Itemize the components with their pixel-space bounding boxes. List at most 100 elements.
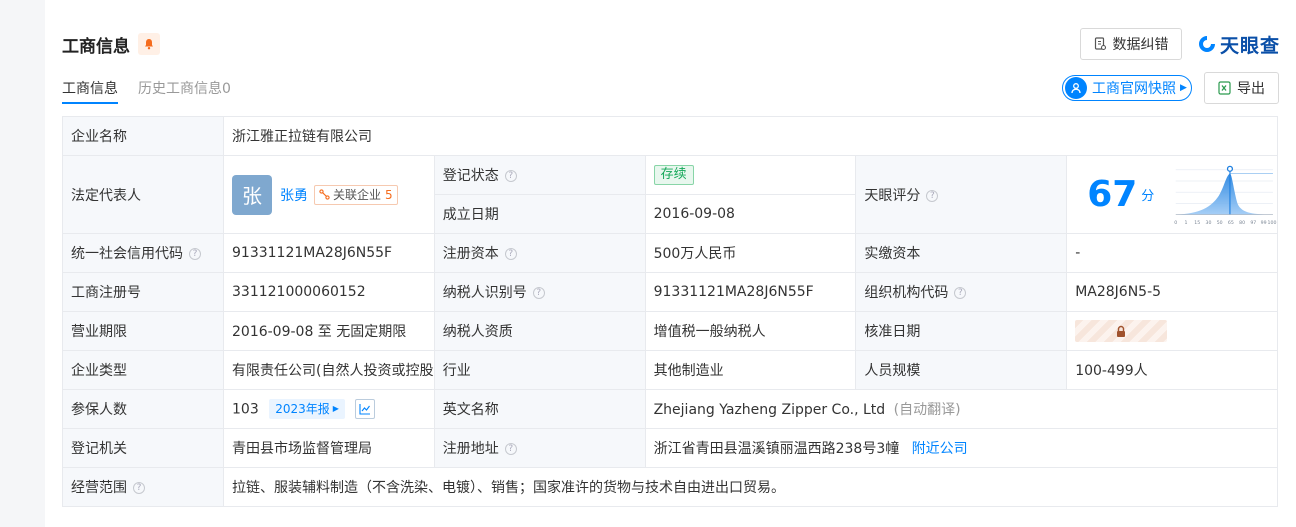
lock-icon	[1115, 325, 1127, 338]
status-cell: 存续	[644, 155, 857, 195]
caret-right-icon: ▶	[332, 404, 339, 414]
section-header: 工商信息	[62, 32, 160, 57]
document-icon	[1094, 37, 1107, 51]
avatar[interactable]: 张	[232, 174, 272, 215]
credit-code-value: 91331121MA28J6N55F	[223, 233, 435, 273]
tab-bar: 工商信息 历史工商信息0	[62, 78, 251, 104]
address-value: 浙江省青田县温溪镇丽温西路238号3幢	[653, 441, 900, 457]
founded-value: 2016-09-08	[644, 194, 857, 234]
axis-tick: 15	[1195, 219, 1201, 225]
scope-value: 拉链、服装辅料制造（不含洗染、电镀）、销售；国家准许的货物与技术自由进出口贸易。	[223, 467, 1278, 507]
business-info-card: 工商信息 数据纠错 天眼查 工商信息 历史工商信息0 工商官网快照 ▶ 导出 企…	[45, 0, 1296, 527]
en-name-value: Zhejiang Yazheng Zipper Co., Ltd	[653, 402, 886, 418]
trend-chart-icon[interactable]	[355, 399, 376, 420]
help-icon[interactable]: ?	[926, 189, 939, 202]
legal-rep-link[interactable]: 张勇	[280, 185, 308, 205]
staff-label: 人员规模	[855, 350, 1068, 390]
help-icon[interactable]: ?	[954, 287, 967, 299]
paid-capital-label: 实缴资本	[855, 233, 1068, 273]
official-snapshot-button[interactable]: 工商官网快照 ▶	[1062, 75, 1192, 101]
related-companies-badge[interactable]: 关联企业 5	[314, 184, 398, 205]
business-info-table: 企业名称 浙江雅正拉链有限公司 法定代表人 张 张勇 关联企业5 登记状态?	[62, 116, 1279, 507]
address-cell: 浙江省青田县温溪镇丽温西路238号3幢 附近公司	[644, 428, 1279, 468]
section-title: 工商信息	[62, 36, 130, 57]
approve-date-cell	[1066, 311, 1278, 351]
legal-rep-label: 法定代表人	[62, 155, 224, 234]
industry-value: 其他制造业	[644, 350, 857, 390]
relation-icon	[319, 189, 330, 200]
reg-no-value: 331121000060152	[223, 272, 435, 312]
export-button[interactable]: 导出	[1204, 72, 1279, 104]
axis-tick: 99	[1261, 219, 1267, 225]
status-badge: 存续	[653, 165, 694, 185]
table-row: 营业期限 2016-09-08 至 无固定期限 纳税人资质 增值税一般纳税人 核…	[62, 311, 1278, 351]
axis-tick: 97	[1251, 219, 1257, 225]
help-icon[interactable]: ?	[504, 248, 517, 260]
founded-label: 成立日期	[433, 194, 646, 234]
table-row: 参保人数 103 2023年报 ▶ 英文名称 Zhejiang Yazheng Z…	[62, 389, 1279, 429]
axis-tick: 0	[1175, 219, 1178, 225]
reg-no-label: 工商注册号	[62, 272, 224, 312]
table-row: 经营范围? 拉链、服装辅料制造（不含洗染、电镀）、销售；国家准许的货物与技术自由…	[62, 467, 1278, 507]
tab-business-info[interactable]: 工商信息	[62, 78, 118, 104]
help-icon[interactable]: ?	[532, 287, 545, 299]
excel-icon	[1218, 81, 1231, 95]
org-code-label: 组织机构代码?	[855, 272, 1068, 312]
paid-capital-value: -	[1066, 233, 1278, 273]
nearby-companies-link[interactable]: 附近公司	[912, 441, 968, 457]
bell-icon[interactable]	[138, 33, 160, 55]
credit-code-label: 统一社会信用代码?	[62, 233, 224, 273]
axis-tick: 30	[1206, 219, 1212, 225]
axis-tick: 1	[1185, 219, 1188, 225]
brand-icon	[1197, 34, 1217, 54]
user-badge-icon	[1065, 77, 1087, 99]
data-correction-button[interactable]: 数据纠错	[1080, 28, 1182, 60]
insured-value: 103	[232, 401, 259, 418]
table-row: 统一社会信用代码? 91331121MA28J6N55F 注册资本? 500万人…	[62, 233, 1278, 273]
score-cell: 67 分 0 1 15 30 50 65 80 97 99 100	[1066, 155, 1278, 234]
table-row: 企业类型 有限责任公司(自然人投资或控股) 行业 其他制造业 人员规模 100-…	[62, 350, 1278, 390]
axis-tick: 65	[1228, 219, 1234, 225]
tab-history-info[interactable]: 历史工商信息0	[138, 78, 231, 104]
help-icon[interactable]: ?	[189, 248, 201, 260]
taxpayer-type-label: 纳税人资质	[433, 311, 646, 351]
industry-label: 行业	[433, 350, 646, 390]
approve-date-label: 核准日期	[855, 311, 1068, 351]
locked-value[interactable]	[1075, 320, 1168, 342]
type-value: 有限责任公司(自然人投资或控股)	[223, 350, 435, 390]
score-label: 天眼评分?	[855, 155, 1068, 234]
authority-value: 青田县市场监督管理局	[223, 428, 435, 468]
auto-translate-note: (自动翻译)	[893, 402, 961, 418]
taxpayer-id-label: 纳税人识别号?	[433, 272, 646, 312]
org-code-value: MA28J6N5-5	[1066, 272, 1278, 312]
insured-cell: 103 2023年报 ▶	[223, 389, 435, 429]
taxpayer-type-value: 增值税一般纳税人	[644, 311, 857, 351]
reg-capital-value: 500万人民币	[644, 233, 857, 273]
status-label: 登记状态?	[433, 155, 646, 195]
en-name-cell: Zhejiang Yazheng Zipper Co., Ltd (自动翻译)	[644, 389, 1279, 429]
axis-tick: 80	[1239, 219, 1245, 225]
annual-report-badge[interactable]: 2023年报 ▶	[269, 398, 345, 419]
help-icon[interactable]: ?	[504, 443, 517, 455]
insured-label: 参保人数	[62, 389, 224, 429]
axis-tick: 100	[1268, 219, 1277, 225]
brand-logo: 天眼查	[1197, 32, 1280, 57]
legal-rep-cell: 张 张勇 关联企业 5	[223, 155, 435, 234]
table-row: 企业名称 浙江雅正拉链有限公司	[62, 116, 1278, 156]
score-distribution-chart: 0 1 15 30 50 65 80 97 99 100	[1175, 165, 1277, 225]
axis-tick: 50	[1217, 219, 1223, 225]
table-row: 工商注册号 331121000060152 纳税人识别号? 91331121MA…	[62, 272, 1278, 312]
help-icon[interactable]: ?	[504, 170, 517, 182]
type-label: 企业类型	[62, 350, 224, 390]
staff-value: 100-499人	[1066, 350, 1278, 390]
term-value: 2016-09-08 至 无固定期限	[223, 311, 435, 351]
reg-capital-label: 注册资本?	[433, 233, 646, 273]
taxpayer-id-value: 91331121MA28J6N55F	[644, 272, 857, 312]
company-name-value: 浙江雅正拉链有限公司	[223, 116, 1278, 156]
en-name-label: 英文名称	[433, 389, 646, 429]
term-label: 营业期限	[62, 311, 224, 351]
help-icon[interactable]: ?	[133, 482, 145, 494]
caret-right-icon: ▶	[1180, 83, 1187, 93]
table-row: 法定代表人 张 张勇 关联企业 5 登记状态? 存续 天眼评分? 67 分 0 …	[62, 155, 1278, 234]
table-row: 登记机关 青田县市场监督管理局 注册地址? 浙江省青田县温溪镇丽温西路238号3…	[62, 428, 1279, 468]
